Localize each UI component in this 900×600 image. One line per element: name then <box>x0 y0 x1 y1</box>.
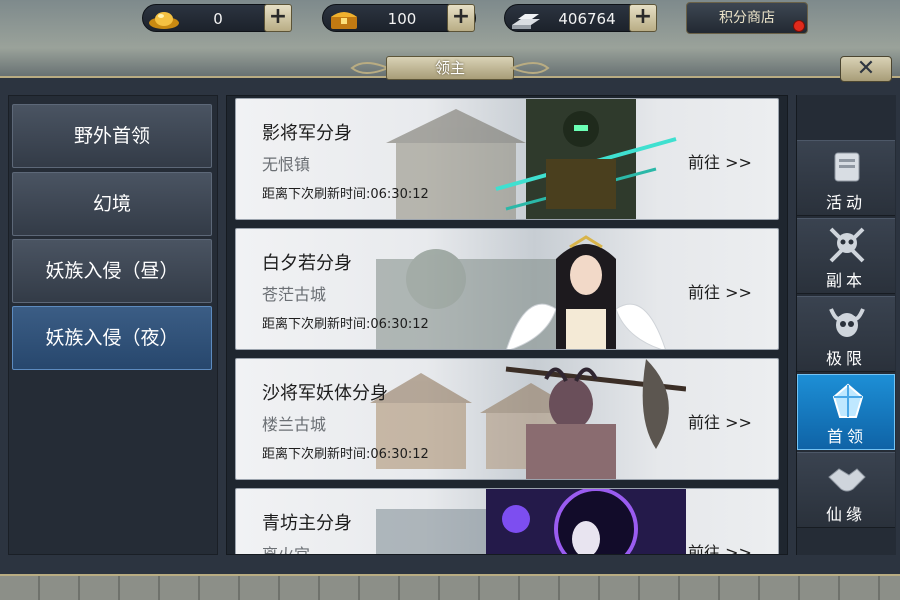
add-silver-button[interactable]: + <box>629 4 657 32</box>
coupon-value: 100 <box>387 10 417 28</box>
add-coupon-button[interactable]: + <box>447 4 475 32</box>
boss-location: 离火宫 <box>262 545 311 555</box>
category-field-boss[interactable]: 野外首领 <box>12 104 212 168</box>
skull-crossed-swords-icon <box>829 227 865 263</box>
boss-card[interactable]: 白夕若分身 苍茫古城 距离下次刷新时间:06:30:12 前往 >> <box>235 228 779 350</box>
boss-name: 青坊主分身 <box>262 513 352 534</box>
refresh-timer: 距离下次刷新时间:06:30:12 <box>262 317 429 332</box>
activity-scroll-icon <box>834 152 860 182</box>
boss-card[interactable]: 青坊主分身 离火宫 前往 >> <box>235 488 779 555</box>
qingfang-master-portrait <box>486 489 686 554</box>
handshake-icon <box>828 468 866 492</box>
close-button[interactable]: ✕ <box>840 56 892 82</box>
ornament-left-icon <box>350 62 390 74</box>
crystal-crown-icon <box>832 383 864 418</box>
category-invasion-day[interactable]: 妖族入侵（昼） <box>12 239 212 303</box>
tab-label: 副本 <box>825 271 866 290</box>
go-button[interactable]: 前往 >> <box>688 409 752 433</box>
tab-boss[interactable]: 首领 <box>797 374 895 450</box>
refresh-timer: 距离下次刷新时间:06:30:12 <box>262 447 429 462</box>
boss-name: 沙将军妖体分身 <box>262 383 388 404</box>
gold-value: 0 <box>213 10 223 28</box>
bai-xiruo-portrait <box>506 235 666 349</box>
points-shop-button[interactable]: 积分商店 <box>686 2 808 34</box>
boss-name: 影将军分身 <box>262 123 352 144</box>
go-button[interactable]: 前往 >> <box>688 279 752 303</box>
currency-bar: 0 + 100 + 406764 + 积分商店 <box>0 0 900 38</box>
boss-location: 楼兰古城 <box>262 415 327 434</box>
go-button[interactable]: 前往 >> <box>688 149 752 173</box>
tab-label: 首领 <box>826 427 867 446</box>
panel-title: 领主 <box>434 59 465 77</box>
boss-name: 白夕若分身 <box>262 253 352 274</box>
horned-skull-icon <box>829 308 865 337</box>
tab-label: 极限 <box>825 349 866 368</box>
category-invasion-night[interactable]: 妖族入侵（夜） <box>12 306 212 370</box>
silver-value: 406764 <box>558 10 616 28</box>
boss-location: 无恨镇 <box>262 155 311 174</box>
ornament-right-icon <box>510 62 550 74</box>
tab-label: 活动 <box>825 193 866 212</box>
notification-dot <box>793 20 805 32</box>
boss-list[interactable]: 影将军分身 无恨镇 距离下次刷新时间:06:30:12 前往 >> 白夕若分身 … <box>226 95 788 555</box>
silver-bars-icon <box>512 14 540 29</box>
tab-label: 仙缘 <box>825 505 866 524</box>
category-illusion[interactable]: 幻境 <box>12 172 212 236</box>
sand-general-portrait <box>505 359 686 479</box>
tab-activity[interactable]: 活动 <box>797 140 895 216</box>
boss-location: 苍茫古城 <box>262 285 327 304</box>
go-button[interactable]: 前往 >> <box>688 539 752 554</box>
add-gold-button[interactable]: + <box>264 4 292 32</box>
refresh-timer: 距离下次刷新时间:06:30:12 <box>262 187 429 202</box>
shadow-general-portrait <box>495 99 677 219</box>
tab-fate[interactable]: 仙缘 <box>797 452 895 528</box>
tab-dungeon[interactable]: 副本 <box>797 218 895 294</box>
treasure-chest-icon <box>331 12 357 29</box>
boss-card[interactable]: 沙将军妖体分身 楼兰古城 距离下次刷新时间:06:30:12 前往 >> <box>235 358 779 480</box>
tab-limit[interactable]: 极限 <box>797 296 895 372</box>
boss-card[interactable]: 影将军分身 无恨镇 距离下次刷新时间:06:30:12 前往 >> <box>235 98 779 220</box>
gold-ingot-icon <box>149 12 179 29</box>
panel-title-banner: 领主 <box>350 54 550 82</box>
